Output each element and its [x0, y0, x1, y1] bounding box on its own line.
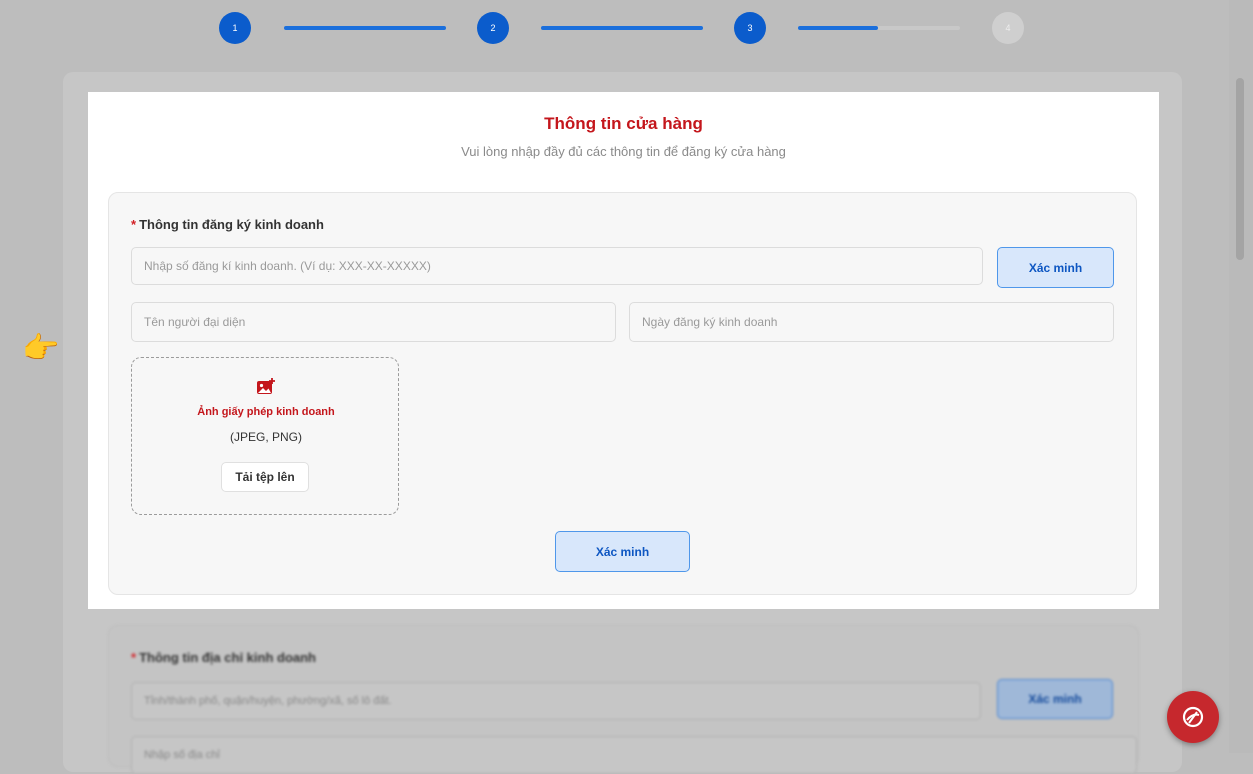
address-input[interactable]: Tỉnh/thành phố, quận/huyện, phường/xã, s… [131, 682, 981, 720]
required-mark: * [131, 217, 137, 232]
required-mark: * [131, 650, 137, 665]
step-4-number: 4 [1005, 23, 1011, 33]
step-2-number: 2 [490, 23, 496, 33]
step-3: 3 [734, 12, 766, 44]
section-label: * Thông tin đăng ký kinh doanh [131, 217, 324, 232]
image-add-icon [257, 378, 275, 394]
scrollbar-thumb[interactable] [1236, 78, 1244, 260]
step-2: 2 [477, 12, 509, 44]
representative-placeholder: Tên người đại diện [144, 315, 246, 329]
verify-submit-label: Xác minh [595, 544, 650, 559]
registration-date-placeholder: Ngày đăng ký kinh doanh [642, 315, 778, 329]
upload-file-button[interactable]: Tải tệp lên [221, 462, 309, 492]
registration-date-input[interactable]: Ngày đăng ký kinh doanh [629, 302, 1114, 342]
section-title: Thông tin đăng ký kinh doanh [139, 217, 324, 232]
step-3-number: 3 [747, 23, 753, 33]
address-detail-placeholder: Nhập số địa chỉ [144, 749, 220, 761]
verify-submit-button[interactable]: Xác minh [555, 531, 690, 572]
step-1: 1 [219, 12, 251, 44]
upload-formats: (JPEG, PNG) [229, 430, 302, 444]
step-1-number: 1 [232, 23, 238, 33]
license-upload-dropzone[interactable]: Ảnh giấy phép kinh doanh (JPEG, PNG) Tải… [131, 357, 399, 515]
chat-icon [1182, 706, 1204, 728]
highlighted-panel: Thông tin cửa hàng Vui lòng nhập đầy đủ … [88, 92, 1159, 609]
upload-title: Ảnh giấy phép kinh doanh [197, 406, 335, 418]
pointing-hand-icon: 👉 [22, 332, 60, 365]
address-section-label: * Thông tin địa chỉ kinh doanh [131, 650, 316, 665]
registration-number-input[interactable]: Nhập số đăng kí kinh doanh. (Ví dụ: XXX-… [131, 247, 983, 285]
verify-address-label: Xác minh [1028, 692, 1082, 706]
business-address-section: * Thông tin địa chỉ kinh doanh Tỉnh/thành… [108, 625, 1139, 774]
business-registration-section: * Thông tin đăng ký kinh doanh Nhập số đă… [108, 192, 1137, 595]
verify-number-button[interactable]: Xác minh [997, 247, 1114, 288]
address-section-title: Thông tin địa chỉ kinh doanh [139, 650, 316, 665]
address-placeholder: Tỉnh/thành phố, quận/huyện, phường/xã, s… [144, 695, 392, 707]
page-title: Thông tin cửa hàng [544, 114, 703, 133]
step-connector-3-progress [798, 26, 878, 30]
page-subtitle: Vui lòng nhập đầy đủ các thông tin để đă… [461, 144, 786, 159]
representative-name-input[interactable]: Tên người đại diện [131, 302, 616, 342]
chat-button[interactable] [1167, 691, 1219, 743]
address-detail-input[interactable]: Nhập số địa chỉ [131, 736, 1137, 774]
step-connector-1 [284, 26, 446, 30]
verify-number-label: Xác minh [1028, 260, 1083, 275]
registration-number-placeholder: Nhập số đăng kí kinh doanh. (Ví dụ: XXX-… [144, 259, 431, 273]
step-4: 4 [992, 12, 1024, 44]
verify-address-button[interactable]: Xác minh [997, 679, 1113, 719]
upload-file-label: Tải tệp lên [235, 470, 295, 484]
step-connector-2 [541, 26, 703, 30]
